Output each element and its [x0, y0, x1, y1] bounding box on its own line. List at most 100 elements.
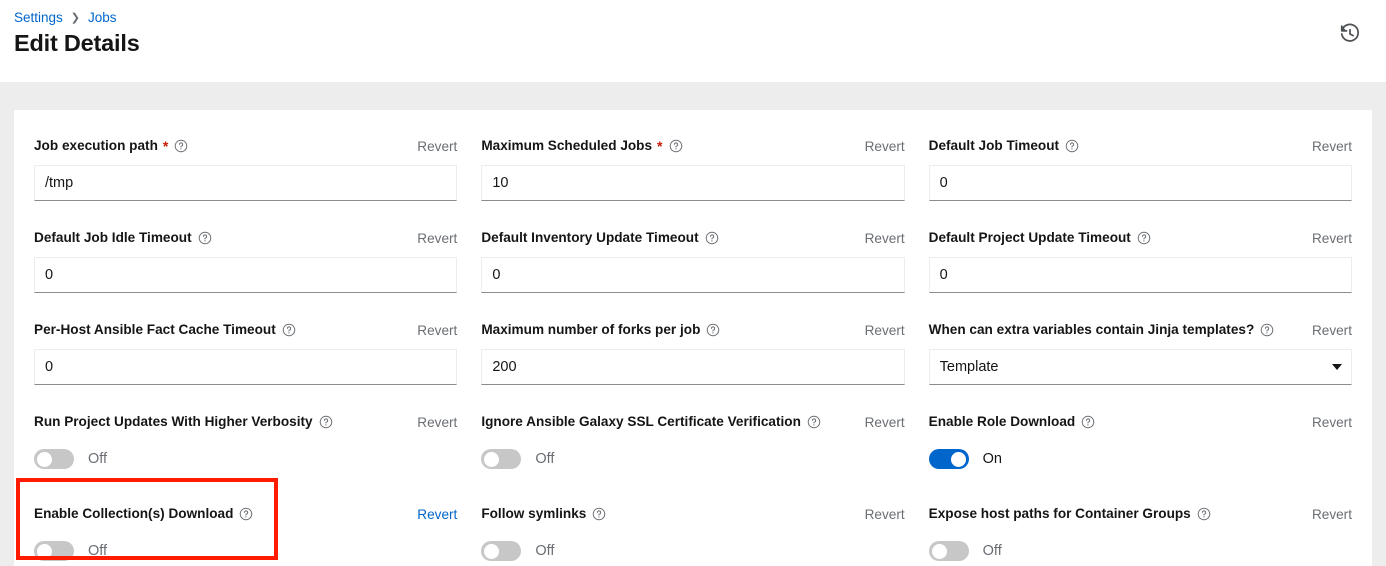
help-circle-icon[interactable] [1260, 323, 1274, 337]
revert-link-maximum-number-of-forks-per-job[interactable]: Revert [855, 323, 905, 338]
field-default-job-idle-timeout: Default Job Idle Timeout Revert [34, 228, 457, 320]
help-circle-icon[interactable] [1065, 139, 1079, 153]
help-circle-icon[interactable] [706, 323, 720, 337]
field-label-expose-host-paths-for-container-groups: Expose host paths for Container Groups [929, 506, 1211, 522]
help-circle-icon[interactable] [1137, 231, 1151, 245]
field-header: Enable Role DownloadRevert [929, 412, 1352, 432]
toggle-state-label: Off [535, 451, 554, 467]
field-label-text: Job execution path [34, 138, 158, 154]
toggle-state-label: Off [88, 451, 107, 467]
settings-card: Job execution path*RevertMaximum Schedul… [14, 110, 1372, 566]
field-label-text: Run Project Updates With Higher Verbosit… [34, 414, 313, 430]
help-circle-icon[interactable] [807, 415, 821, 429]
field-label-text: Expose host paths for Container Groups [929, 506, 1191, 522]
select-value[interactable]: Template [929, 349, 1352, 385]
field-label-text: Maximum number of forks per job [481, 322, 700, 338]
toggle-knob [484, 544, 499, 559]
switch-row: On [929, 441, 1352, 477]
revert-link-default-job-timeout[interactable]: Revert [1302, 139, 1352, 154]
revert-link-job-execution-path[interactable]: Revert [407, 139, 457, 154]
breadcrumb: Settings ❯ Jobs [14, 9, 117, 27]
field-label-text: Enable Collection(s) Download [34, 506, 233, 522]
history-icon-button[interactable] [1336, 20, 1364, 48]
help-circle-icon[interactable] [669, 139, 683, 153]
revert-link-expose-host-paths-for-container-groups[interactable]: Revert [1302, 507, 1352, 522]
field-label-follow-symlinks: Follow symlinks [481, 506, 606, 522]
field-header: Follow symlinks Revert [481, 504, 904, 524]
help-circle-icon[interactable] [1081, 415, 1095, 429]
field-header: Expose host paths for Container Groups Re… [929, 504, 1352, 524]
revert-link-per-host-ansible-fact-cache-timeout[interactable]: Revert [407, 323, 457, 338]
toggle-ignore-ansible-galaxy-ssl-certificate-verification[interactable] [481, 449, 521, 469]
field-label-text: Default Project Update Timeout [929, 230, 1131, 246]
revert-link-default-project-update-timeout[interactable]: Revert [1302, 231, 1352, 246]
revert-link-follow-symlinks[interactable]: Revert [855, 507, 905, 522]
field-label-maximum-scheduled-jobs: Maximum Scheduled Jobs* [481, 138, 682, 154]
input-job-execution-path[interactable] [34, 165, 457, 201]
required-marker: * [163, 141, 168, 151]
toggle-state-label: On [983, 451, 1002, 467]
help-circle-icon[interactable] [319, 415, 333, 429]
revert-link-ignore-ansible-galaxy-ssl-certificate-verification[interactable]: Revert [855, 415, 905, 430]
revert-link-default-inventory-update-timeout[interactable]: Revert [855, 231, 905, 246]
field-expose-host-paths-for-container-groups: Expose host paths for Container Groups Re… [929, 504, 1352, 566]
breadcrumb-item-settings[interactable]: Settings [14, 9, 63, 27]
field-label-ignore-ansible-galaxy-ssl-certificate-verification: Ignore Ansible Galaxy SSL Certificate Ve… [481, 414, 821, 430]
field-label-text: Follow symlinks [481, 506, 586, 522]
revert-link-enable-role-download[interactable]: Revert [1302, 415, 1352, 430]
breadcrumb-item-jobs[interactable]: Jobs [88, 9, 117, 27]
field-label-default-job-timeout: Default Job Timeout [929, 138, 1079, 154]
revert-link-default-job-idle-timeout[interactable]: Revert [407, 231, 457, 246]
field-header: Default Inventory Update Timeout Revert [481, 228, 904, 248]
page-header: Settings ❯ Jobs Edit Details [0, 0, 1386, 82]
toggle-knob [484, 452, 499, 467]
revert-link-extra-variables-jinja-templates[interactable]: Revert [1302, 323, 1352, 338]
help-circle-icon[interactable] [198, 231, 212, 245]
field-label-default-project-update-timeout: Default Project Update Timeout [929, 230, 1151, 246]
toggle-enable-collections-download[interactable] [34, 541, 74, 561]
history-icon [1339, 23, 1361, 45]
field-header: Ignore Ansible Galaxy SSL Certificate Ve… [481, 412, 904, 432]
switch-row: Off [481, 533, 904, 566]
field-header: Per-Host Ansible Fact Cache TimeoutRever… [34, 320, 457, 340]
field-default-job-timeout: Default Job Timeout Revert [929, 136, 1352, 228]
toggle-state-label: Off [88, 543, 107, 559]
toggle-expose-host-paths-for-container-groups[interactable] [929, 541, 969, 561]
help-circle-icon[interactable] [282, 323, 296, 337]
field-per-host-ansible-fact-cache-timeout: Per-Host Ansible Fact Cache TimeoutRever… [34, 320, 457, 412]
field-label-run-project-updates-with-higher-verbosity: Run Project Updates With Higher Verbosit… [34, 414, 333, 430]
input-per-host-ansible-fact-cache-timeout[interactable] [34, 349, 457, 385]
toggle-follow-symlinks[interactable] [481, 541, 521, 561]
field-header: Enable Collection(s) Download Revert [34, 504, 457, 524]
toggle-enable-role-download[interactable] [929, 449, 969, 469]
input-default-job-idle-timeout[interactable] [34, 257, 457, 293]
input-default-job-timeout[interactable] [929, 165, 1352, 201]
toggle-knob [37, 452, 52, 467]
field-label-default-inventory-update-timeout: Default Inventory Update Timeout [481, 230, 718, 246]
toggle-run-project-updates-with-higher-verbosity[interactable] [34, 449, 74, 469]
field-header: Job execution path * Revert [34, 136, 457, 156]
select-extra-variables-jinja-templates[interactable]: Template [929, 349, 1352, 385]
revert-link-maximum-scheduled-jobs[interactable]: Revert [855, 139, 905, 154]
field-label-enable-collections-download: Enable Collection(s) Download [34, 506, 253, 522]
field-header: When can extra variables contain Jinja t… [929, 320, 1352, 340]
input-default-project-update-timeout[interactable] [929, 257, 1352, 293]
input-maximum-scheduled-jobs[interactable] [481, 165, 904, 201]
help-circle-icon[interactable] [592, 507, 606, 521]
revert-link-enable-collections-download[interactable]: Revert [407, 507, 457, 522]
help-circle-icon[interactable] [1197, 507, 1211, 521]
revert-link-run-project-updates-with-higher-verbosity[interactable]: Revert [407, 415, 457, 430]
field-header: Default Project Update Timeout Revert [929, 228, 1352, 248]
switch-row: Off [929, 533, 1352, 566]
help-circle-icon[interactable] [705, 231, 719, 245]
help-circle-icon[interactable] [239, 507, 253, 521]
field-label-default-job-idle-timeout: Default Job Idle Timeout [34, 230, 212, 246]
field-follow-symlinks: Follow symlinks Revert Off [481, 504, 904, 566]
field-header: Maximum Scheduled Jobs* Revert [481, 136, 904, 156]
field-label-text: When can extra variables contain Jinja t… [929, 322, 1255, 338]
field-label-text: Maximum Scheduled Jobs [481, 138, 652, 154]
field-default-inventory-update-timeout: Default Inventory Update Timeout Revert [481, 228, 904, 320]
help-circle-icon[interactable] [174, 139, 188, 153]
input-maximum-number-of-forks-per-job[interactable] [481, 349, 904, 385]
input-default-inventory-update-timeout[interactable] [481, 257, 904, 293]
